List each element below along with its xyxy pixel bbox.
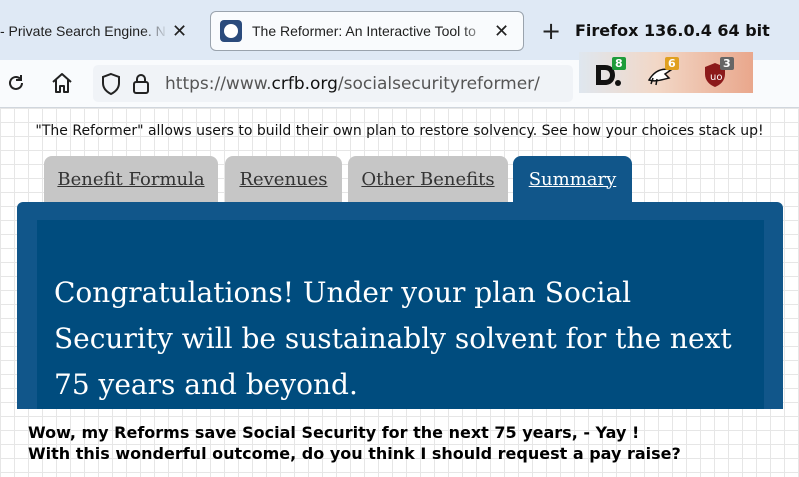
lock-icon[interactable]: [131, 72, 151, 100]
extension-toolbar: 8 6 uo 3: [579, 52, 753, 93]
extension-badge: 8: [612, 57, 626, 70]
url-path: /socialsecurityreformer/: [337, 73, 540, 94]
bird-extension-icon[interactable]: 6: [647, 57, 679, 90]
svg-text:uo: uo: [710, 72, 722, 83]
tab-other-benefits[interactable]: Other Benefits: [348, 156, 508, 202]
browser-version-label: Firefox 136.0.4 64 bit: [575, 21, 770, 40]
tab-title: The Reformer: An Interactive Tool to: [252, 23, 476, 39]
tab-benefit-formula[interactable]: Benefit Formula: [44, 156, 218, 202]
summary-panel: Congratulations! Under your plan Social …: [17, 202, 783, 409]
url-host: crfb.org: [271, 73, 338, 94]
caption-line-1: Wow, my Reforms save Social Security for…: [28, 423, 640, 442]
close-tab-icon[interactable]: ✕: [172, 21, 187, 42]
page-tagline: "The Reformer" allows users to build the…: [35, 123, 764, 139]
ublock-extension-icon[interactable]: uo 3: [703, 57, 734, 92]
home-icon[interactable]: [48, 69, 76, 97]
url-text: https://www.crfb.org/socialsecurityrefor…: [165, 74, 540, 94]
tab-revenues[interactable]: Revenues: [225, 156, 342, 202]
url-prefix: https://www.: [165, 73, 272, 94]
address-bar[interactable]: https://www.crfb.org/socialsecurityrefor…: [93, 65, 573, 102]
crfb-favicon-icon: [220, 20, 242, 42]
duckduckgo-extension-icon[interactable]: 8: [593, 57, 626, 92]
new-tab-plus-icon[interactable]: +: [541, 17, 561, 45]
tab-summary[interactable]: Summary: [513, 156, 632, 202]
congratulations-message: Congratulations! Under your plan Social …: [54, 276, 732, 401]
shield-icon[interactable]: [100, 72, 122, 100]
extension-badge: 3: [720, 57, 734, 70]
reload-icon[interactable]: [2, 69, 30, 97]
browser-tab-bar: - Private Search Engine. N ✕ The Reforme…: [0, 0, 799, 60]
summary-panel-inner: Congratulations! Under your plan Social …: [37, 220, 764, 409]
browser-tab-reformer[interactable]: The Reformer: An Interactive Tool to ✕: [210, 11, 524, 51]
screenshot-caption: Wow, my Reforms save Social Security for…: [28, 422, 788, 464]
browser-tab-search-engine[interactable]: - Private Search Engine. N ✕: [0, 11, 200, 51]
extension-badge: 6: [665, 57, 679, 70]
web-page: "The Reformer" allows users to build the…: [0, 108, 799, 477]
caption-line-2: With this wonderful outcome, do you thin…: [28, 444, 681, 463]
tab-title: - Private Search Engine. N: [0, 23, 166, 39]
close-tab-icon[interactable]: ✕: [494, 21, 509, 42]
